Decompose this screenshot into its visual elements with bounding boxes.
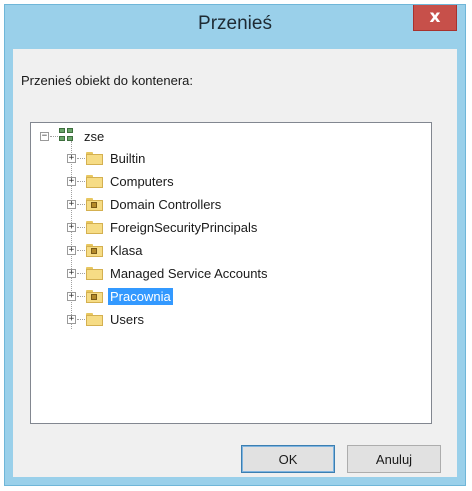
expand-icon[interactable]: + <box>67 268 76 278</box>
expand-icon[interactable]: + <box>67 291 76 301</box>
tree-item-label: Builtin <box>110 150 146 166</box>
tree-item-klasa[interactable]: + Klasa <box>67 239 145 261</box>
folder-icon <box>86 266 103 280</box>
tree-item-label: Users <box>110 311 144 327</box>
tree-item-label: Computers <box>110 173 174 189</box>
expand-icon[interactable]: + <box>67 199 76 209</box>
collapse-icon[interactable]: − <box>40 131 49 141</box>
tree-item-foreign-security-principals[interactable]: + ForeignSecurityPrincipals <box>67 216 259 238</box>
close-button[interactable]: x <box>413 5 457 31</box>
tree-item-pracownia[interactable]: + Pracownia <box>67 285 173 307</box>
tree-item-label: ForeignSecurityPrincipals <box>110 219 258 235</box>
container-tree[interactable]: − zse + Builtin + Computers + Domain Con… <box>30 122 432 424</box>
folder-icon <box>86 312 103 326</box>
ok-button[interactable]: OK <box>241 445 335 473</box>
tree-root-label: zse <box>84 128 105 144</box>
tree-item-domain-controllers[interactable]: + Domain Controllers <box>67 193 223 215</box>
expand-icon[interactable]: + <box>67 314 76 324</box>
ou-folder-icon <box>86 197 103 211</box>
tree-item-label-selected: Pracownia <box>108 287 173 305</box>
domain-icon <box>59 128 76 144</box>
close-icon: x <box>429 7 441 27</box>
folder-icon <box>86 151 103 165</box>
tree-root[interactable]: − zse <box>40 125 106 147</box>
tree-item-managed-service-accounts[interactable]: + Managed Service Accounts <box>67 262 270 284</box>
tree-item-label: Domain Controllers <box>110 196 222 212</box>
dialog-window: Przenieś x Przenieś obiekt do kontenera:… <box>4 4 466 486</box>
expand-icon[interactable]: + <box>67 222 76 232</box>
expand-icon[interactable]: + <box>67 176 76 186</box>
tree-item-label: Klasa <box>110 242 143 258</box>
ou-folder-icon <box>86 289 103 303</box>
folder-icon <box>86 174 103 188</box>
tree-item-computers[interactable]: + Computers <box>67 170 176 192</box>
expand-icon[interactable]: + <box>67 153 76 163</box>
dialog-body: Przenieś obiekt do kontenera: − zse + Bu… <box>13 49 457 477</box>
folder-icon <box>86 220 103 234</box>
tree-item-label: Managed Service Accounts <box>110 265 268 281</box>
ou-folder-icon <box>86 243 103 257</box>
dialog-title: Przenieś <box>198 13 272 34</box>
tree-item-builtin[interactable]: + Builtin <box>67 147 147 169</box>
cancel-button[interactable]: Anuluj <box>347 445 441 473</box>
tree-connector <box>50 135 58 137</box>
expand-icon[interactable]: + <box>67 245 76 255</box>
prompt-label: Przenieś obiekt do kontenera: <box>21 73 193 88</box>
title-bar[interactable]: Przenieś x <box>5 5 465 49</box>
tree-item-users[interactable]: + Users <box>67 308 146 330</box>
